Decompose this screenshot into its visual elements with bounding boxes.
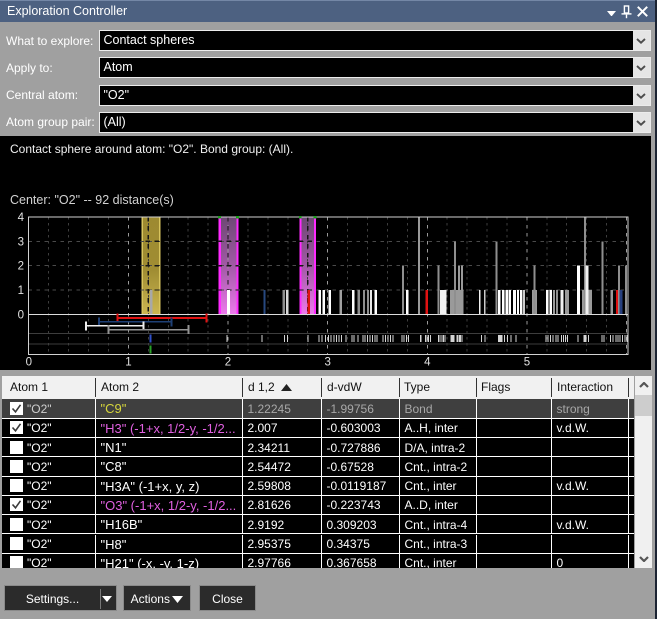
svg-text:1: 1: [18, 285, 24, 297]
svg-text:3: 3: [324, 357, 330, 369]
svg-text:4: 4: [424, 357, 431, 369]
svg-text:2: 2: [225, 357, 231, 369]
svg-text:0: 0: [26, 357, 32, 369]
svg-text:3: 3: [18, 236, 24, 248]
svg-text:2: 2: [18, 261, 24, 273]
svg-text:4: 4: [18, 212, 25, 224]
svg-text:5: 5: [524, 357, 530, 369]
svg-text:1: 1: [125, 357, 131, 369]
svg-text:0: 0: [18, 309, 24, 321]
